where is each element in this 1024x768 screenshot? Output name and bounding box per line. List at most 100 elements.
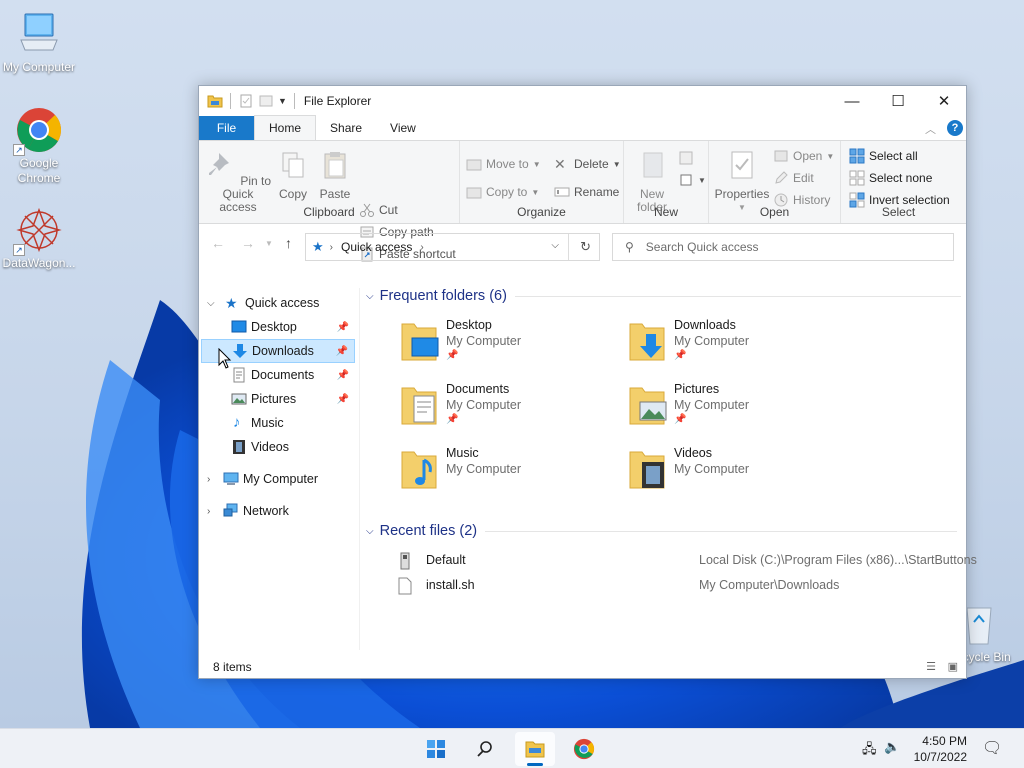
pin-icon[interactable]: 📌 — [337, 394, 349, 405]
tab-file[interactable]: File — [199, 116, 254, 140]
edit-label: Edit — [793, 171, 814, 185]
select-none-button[interactable]: Select none — [849, 169, 932, 187]
edit-button[interactable]: Edit — [773, 169, 814, 187]
details-view-icon[interactable]: ☰ — [926, 660, 936, 673]
clipboard-group: Pin to Quick access Copy Paste Cut Copy … — [199, 141, 460, 262]
copy-label: Copy — [278, 187, 307, 201]
collapse-chevron-icon[interactable]: ⌵ — [366, 291, 374, 302]
nav-quick-access[interactable]: ⌵ ★ Quick access — [201, 291, 355, 315]
properties-qat-icon[interactable] — [238, 93, 254, 109]
nav-network[interactable]: › Network — [201, 499, 355, 523]
item-count: 8 items — [213, 660, 252, 674]
folder-tile-downloads[interactable]: Downloads My Computer 📌 — [628, 318, 848, 374]
paste-button[interactable]: Paste — [315, 149, 355, 201]
properties-icon — [731, 151, 753, 179]
paste-icon — [324, 152, 346, 179]
delete-button[interactable]: ✕ Delete ▼ — [554, 155, 621, 173]
folder-tile-pictures[interactable]: Pictures My Computer 📌 — [628, 382, 848, 438]
folder-tile-desktop[interactable]: Desktop My Computer 📌 — [400, 318, 620, 374]
search-placeholder[interactable]: Search Quick access — [646, 240, 759, 254]
videos-folder-icon — [629, 451, 665, 489]
expand-chevron-icon[interactable]: › — [207, 506, 210, 517]
tab-view[interactable]: View — [376, 116, 430, 140]
nav-my-computer[interactable]: › My Computer — [201, 467, 355, 491]
expand-chevron-icon[interactable]: ⌵ — [207, 298, 215, 309]
collapse-chevron-icon[interactable]: ⌵ — [366, 526, 374, 537]
nav-item-pictures[interactable]: Pictures 📌 — [201, 387, 355, 411]
up-arrow-icon[interactable]: ↑ — [285, 235, 292, 251]
back-arrow-icon[interactable]: ← — [211, 235, 225, 251]
application-file-icon — [400, 552, 410, 570]
minimize-button[interactable]: — — [829, 86, 875, 116]
recent-file-row[interactable]: install.sh My Computer\Downloads — [360, 575, 960, 597]
nav-item-music[interactable]: ♪ Music — [201, 411, 355, 435]
start-button[interactable] — [416, 732, 456, 766]
folder-tile-videos[interactable]: Videos My Computer — [628, 446, 848, 502]
address-history-chevron-icon[interactable]: ⌵ — [551, 240, 559, 251]
copy-button[interactable]: Copy — [275, 149, 311, 201]
move-to-icon — [466, 159, 482, 171]
maximize-button[interactable]: ☐ — [875, 86, 921, 116]
network-tray-icon[interactable]: 🖧 — [862, 740, 877, 762]
pin-icon[interactable]: 📌 — [336, 346, 348, 357]
tile-location: My Computer — [674, 398, 750, 412]
expand-chevron-icon[interactable]: › — [207, 474, 210, 485]
pin-icon — [208, 153, 229, 175]
computer-icon — [223, 472, 239, 485]
recent-file-path: Local Disk (C:)\Program Files (x86)...\S… — [699, 553, 977, 567]
select-all-button[interactable]: Select all — [849, 147, 918, 165]
easy-access-button[interactable]: ▼ — [678, 171, 706, 189]
notifications-icon[interactable]: 🗨 — [982, 738, 1002, 758]
recent-file-row[interactable]: Default Local Disk (C:)\Program Files (x… — [360, 550, 977, 572]
desktop-icon-google-chrome[interactable]: ↗ Google Chrome — [0, 106, 78, 186]
rename-button[interactable]: Rename — [554, 183, 619, 201]
mouse-cursor-icon — [218, 348, 232, 369]
breadcrumb-chevron-icon[interactable]: › — [420, 242, 423, 253]
help-icon[interactable]: ? — [947, 120, 963, 136]
forward-arrow-icon[interactable]: → — [241, 235, 255, 251]
tile-name: Documents — [446, 382, 510, 396]
folder-tile-music[interactable]: Music My Computer — [400, 446, 620, 502]
copy-to-button[interactable]: Copy to ▼ — [466, 183, 539, 201]
close-button[interactable]: ✕ — [921, 86, 967, 116]
search-button[interactable] — [465, 732, 505, 766]
pin-icon[interactable]: 📌 — [337, 370, 349, 381]
address-bar[interactable]: ★ › Quick access › ⌵ ↻ — [305, 233, 600, 261]
address-path[interactable]: Quick access — [341, 240, 412, 254]
new-folder-qat-icon[interactable] — [258, 93, 274, 109]
tile-name: Music — [446, 446, 479, 460]
recent-locations-chevron-icon[interactable]: ▼ — [265, 239, 273, 248]
new-item-icon — [679, 151, 693, 165]
search-box[interactable]: ⚲ Search Quick access — [612, 233, 954, 261]
select-group: Select all Select none Invert selection … — [841, 141, 956, 223]
chrome-taskbar-button[interactable] — [564, 732, 604, 766]
nav-label: Videos — [251, 440, 289, 454]
desktop-icon-datawagon[interactable]: ↗ DataWagon... — [0, 206, 78, 271]
file-explorer-window: ▼ File Explorer — ☐ ✕ File Home Share Vi… — [198, 85, 977, 679]
open-button[interactable]: Open ▼ — [773, 147, 834, 165]
tab-home[interactable]: Home — [254, 115, 317, 140]
volume-tray-icon[interactable]: 🔈 — [884, 739, 900, 755]
folder-tile-documents[interactable]: Documents My Computer 📌 — [400, 382, 620, 438]
search-icon: ⚲ — [625, 240, 634, 254]
recent-files-header[interactable]: ⌵ Recent files (2) — [366, 523, 958, 539]
computer-icon — [15, 10, 63, 58]
file-explorer-taskbar-button[interactable] — [515, 732, 555, 766]
clock[interactable]: 4:50 PM 10/7/2022 — [905, 733, 967, 765]
customize-qat-chevron-icon[interactable]: ▼ — [278, 96, 287, 106]
frequent-folders-header[interactable]: ⌵ Frequent folders (6) — [366, 288, 961, 304]
desktop-icon-my-computer[interactable]: My Computer — [0, 10, 78, 75]
videos-film-icon — [233, 440, 245, 454]
refresh-icon[interactable]: ↻ — [580, 239, 591, 255]
large-icons-view-icon[interactable]: ▣ — [948, 660, 958, 673]
nav-label: Pictures — [251, 392, 297, 406]
nav-item-videos[interactable]: Videos — [201, 435, 355, 459]
tab-share[interactable]: Share — [316, 116, 376, 140]
nav-item-desktop[interactable]: Desktop 📌 — [201, 315, 355, 339]
move-to-button[interactable]: Move to ▼ — [466, 155, 541, 173]
collapse-ribbon-chevron-icon[interactable]: ︿ — [925, 121, 936, 137]
select-none-icon — [849, 170, 865, 186]
pin-icon[interactable]: 📌 — [337, 322, 349, 333]
new-item-button[interactable] — [678, 149, 694, 167]
folder-icon — [525, 741, 545, 758]
